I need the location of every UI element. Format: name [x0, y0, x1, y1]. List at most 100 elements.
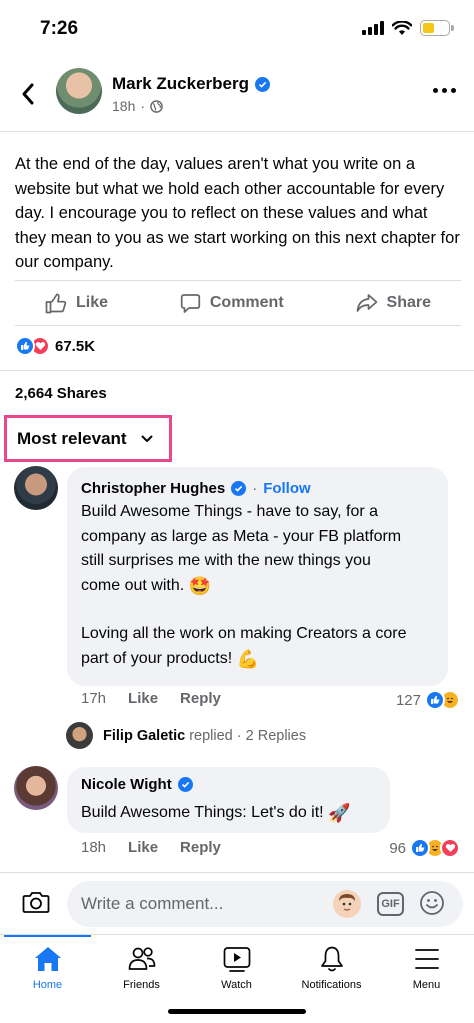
- comment-footer: 18h Like Reply: [81, 839, 221, 856]
- comment-header: Christopher Hughes · Follow: [81, 480, 311, 497]
- comment-like-button[interactable]: Like: [128, 690, 158, 707]
- comment-like-button[interactable]: Like: [128, 839, 158, 856]
- chevron-down-icon: [141, 435, 153, 442]
- comment-reply-button[interactable]: Reply: [180, 690, 221, 707]
- tab-label: Menu: [412, 979, 441, 991]
- comment-time: 18h: [81, 839, 107, 856]
- post-action-bar: Like Comment Share: [15, 280, 461, 326]
- post-text: At the end of the day, values aren't wha…: [15, 155, 460, 271]
- globe-icon: [150, 99, 163, 113]
- reply-action: replied: [189, 727, 233, 744]
- reply-preview[interactable]: Filip Galetic replied · 2 Replies: [66, 722, 306, 749]
- wifi-icon: [392, 20, 412, 35]
- verified-icon: [177, 777, 193, 792]
- tab-watch[interactable]: Watch: [189, 945, 284, 991]
- back-button[interactable]: [16, 80, 40, 108]
- reaction-count: 67.5K: [55, 337, 96, 355]
- post-meta: 18h ·: [112, 98, 163, 114]
- tab-label: Home: [32, 979, 63, 991]
- watch-icon: [223, 947, 250, 972]
- bell-icon: [320, 946, 343, 972]
- tab-menu[interactable]: Menu: [379, 945, 474, 991]
- flexed-biceps-emoji: 💪: [236, 648, 260, 669]
- author-avatar[interactable]: [56, 68, 102, 114]
- comment-placeholder: Write a comment...: [81, 894, 224, 913]
- comment-reactions[interactable]: 96: [389, 838, 460, 858]
- follow-button[interactable]: Follow: [263, 480, 311, 497]
- status-time: 7:26: [40, 18, 79, 39]
- avatar-sticker-button[interactable]: [333, 890, 361, 918]
- camera-icon: [22, 892, 50, 913]
- comment-reply-button[interactable]: Reply: [180, 839, 221, 856]
- meta-separator: ·: [140, 98, 146, 114]
- home-icon: [34, 947, 61, 971]
- home-indicator: [168, 1009, 306, 1014]
- author-name[interactable]: Mark Zuckerberg: [112, 74, 249, 94]
- comment-line: still surprises me with the new things y…: [81, 552, 371, 569]
- like-reaction-icon: [15, 336, 35, 356]
- star-struck-emoji: 🤩: [188, 575, 212, 596]
- comment-icon: [180, 293, 201, 313]
- comment-reactions[interactable]: 127: [396, 690, 460, 710]
- tab-notifications[interactable]: Notifications: [284, 945, 379, 991]
- like-reaction-icon: [410, 838, 430, 858]
- comment-line: Build Awesome Things - have to say, for …: [81, 503, 379, 520]
- tab-label: Watch: [221, 979, 252, 991]
- more-options-button[interactable]: [433, 88, 456, 93]
- name-separator: ·: [252, 480, 258, 497]
- comment-sort-dropdown[interactable]: Most relevant: [4, 415, 172, 462]
- commenter-name[interactable]: Nicole Wight: [81, 776, 172, 793]
- smiley-icon: [420, 891, 444, 915]
- comment-text: Build Awesome Things - have to say, for …: [81, 500, 441, 671]
- post-header: Mark Zuckerberg 18h ·: [0, 66, 474, 122]
- comment-reaction-count: 96: [389, 839, 406, 857]
- verified-icon: [231, 481, 247, 496]
- like-label: Like: [76, 294, 109, 311]
- reactions-divider: [0, 370, 474, 371]
- verified-icon: [255, 76, 270, 92]
- reply-avatar: [66, 722, 93, 749]
- reactions-summary[interactable]: 67.5K: [15, 336, 95, 356]
- share-button[interactable]: Share: [356, 293, 431, 313]
- tab-friends[interactable]: Friends: [94, 945, 189, 991]
- post-time[interactable]: 18h: [112, 98, 135, 114]
- comment-reaction-count: 127: [395, 691, 421, 709]
- replier-name: Filip Galetic: [103, 727, 186, 744]
- tab-home[interactable]: Home: [0, 945, 95, 991]
- comment-line: Loving all the work on making Creators a…: [81, 625, 407, 642]
- gif-button[interactable]: GIF: [377, 892, 404, 916]
- battery-icon: [420, 20, 454, 36]
- author-name-row[interactable]: Mark Zuckerberg: [112, 74, 270, 94]
- comment-line: come out with. 🤩: [81, 574, 441, 599]
- reaction-icons: [15, 336, 50, 356]
- like-reaction-icon: [425, 690, 445, 710]
- share-icon: [356, 294, 377, 312]
- comment-time: 17h: [81, 690, 107, 707]
- thumbs-up-icon: [45, 292, 67, 313]
- comment-input[interactable]: Write a comment... GIF: [67, 881, 463, 927]
- comment-composer: Write a comment... GIF: [0, 872, 474, 934]
- sort-label: Most relevant: [17, 428, 127, 448]
- camera-button[interactable]: [22, 890, 50, 919]
- comment-label: Comment: [209, 294, 284, 311]
- status-bar: 7:26: [0, 0, 474, 56]
- emoji-button[interactable]: [419, 890, 445, 921]
- friends-icon: [128, 947, 155, 970]
- comment-text: Build Awesome Things: Let's do it! 🚀: [81, 801, 391, 826]
- comment-header: Nicole Wight: [81, 776, 193, 793]
- commenter-avatar[interactable]: [14, 766, 58, 810]
- reply-count: · 2 Replies: [236, 727, 307, 744]
- commenter-name[interactable]: Christopher Hughes: [81, 480, 225, 497]
- share-label: Share: [386, 294, 431, 311]
- status-icons: [362, 20, 454, 36]
- menu-icon: [414, 949, 439, 969]
- shares-count[interactable]: 2,664 Shares: [15, 385, 107, 402]
- comment-line: part of your products! 💪: [81, 647, 441, 672]
- chevron-left-icon: [22, 83, 34, 105]
- comment-line: company as large as Meta - your FB platf…: [81, 527, 402, 545]
- commenter-avatar[interactable]: [14, 466, 58, 510]
- like-button[interactable]: Like: [45, 292, 109, 314]
- comment-button[interactable]: Comment: [180, 293, 284, 314]
- signal-icon: [362, 21, 384, 35]
- header-divider: [0, 131, 474, 132]
